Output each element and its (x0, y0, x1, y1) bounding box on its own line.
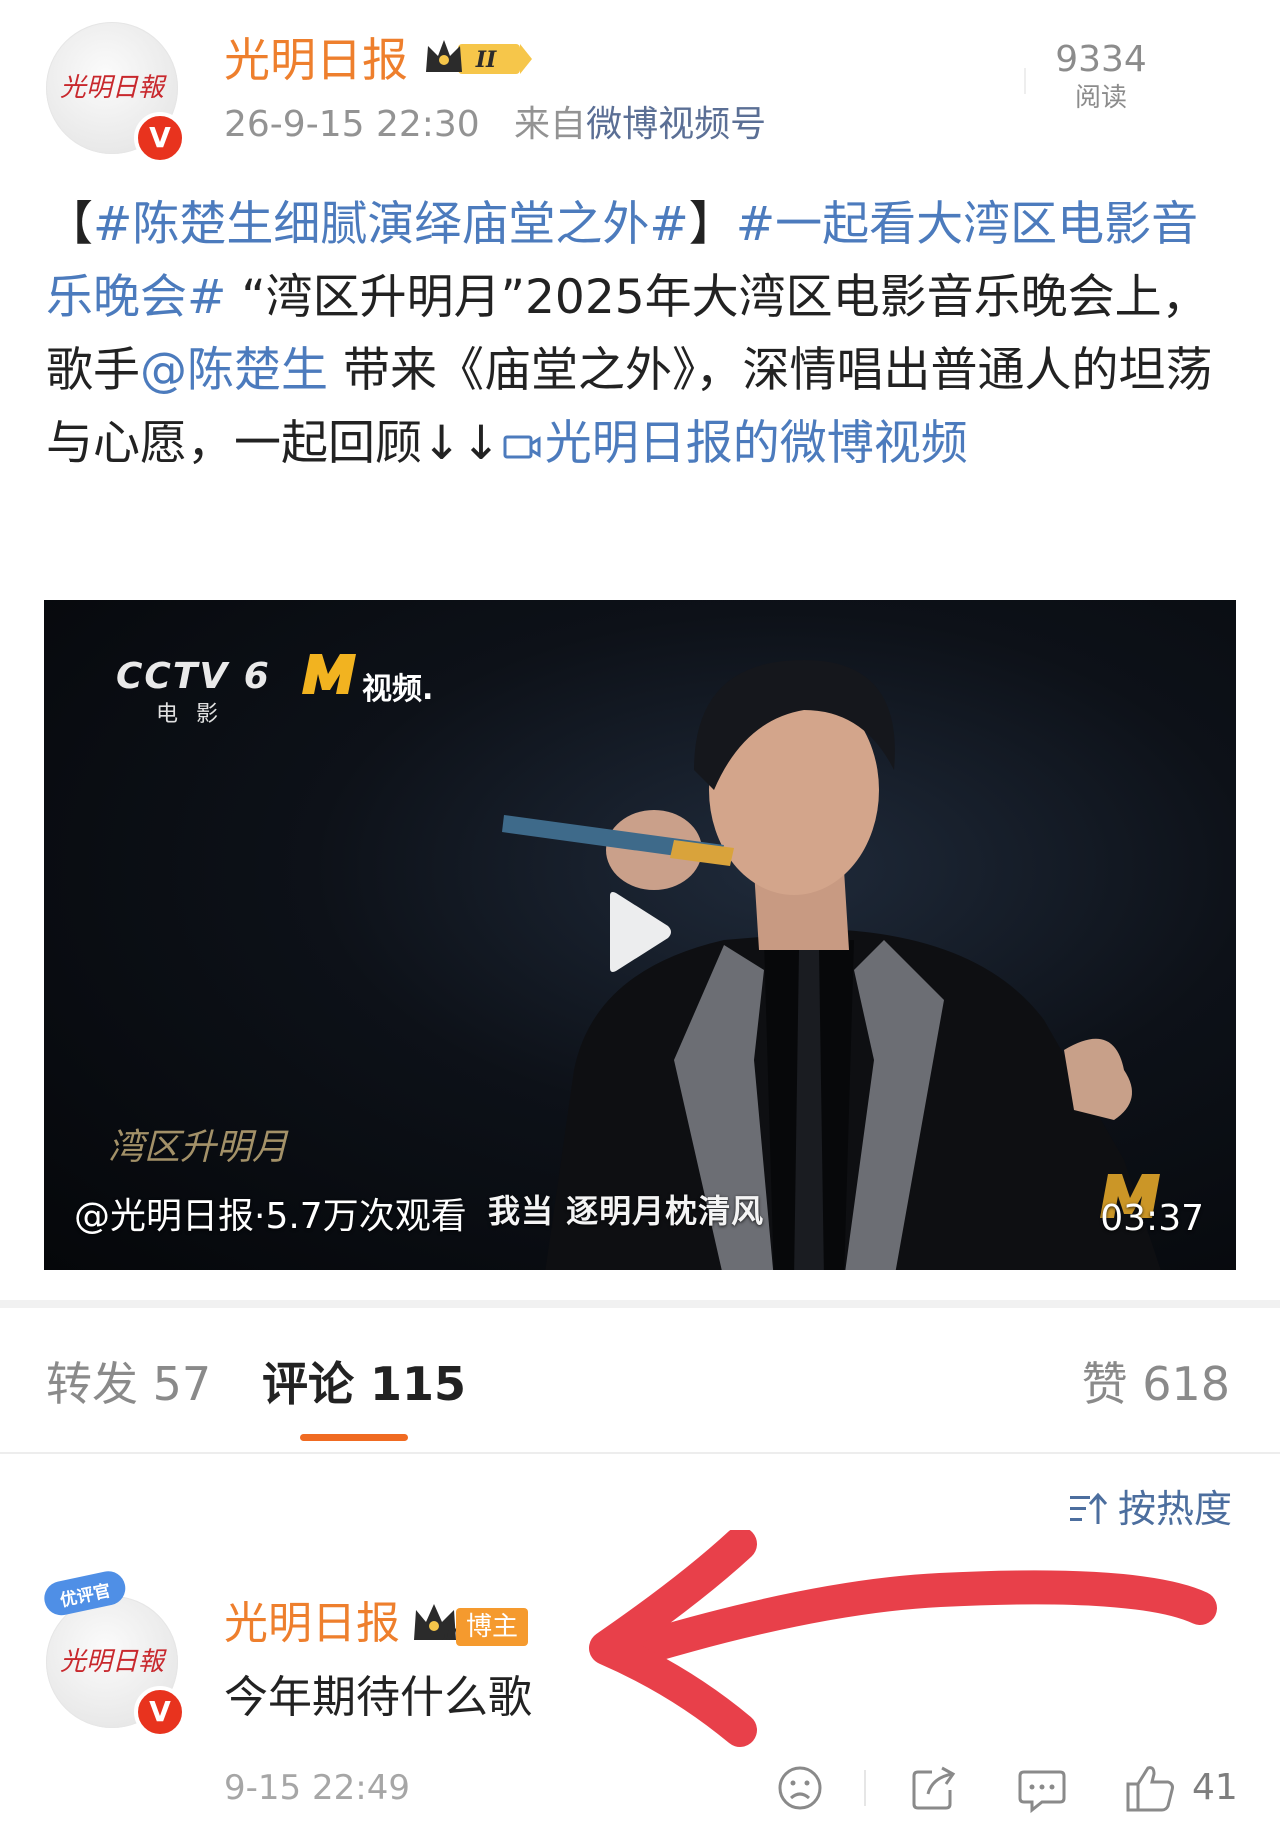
play-icon[interactable] (602, 890, 674, 974)
share-icon[interactable] (910, 1762, 958, 1814)
svg-text:光明日報: 光明日報 (60, 1647, 167, 1677)
action-divider (864, 1770, 866, 1806)
interaction-tabs: 转发 57 评论 115 赞 618 (0, 1308, 1280, 1454)
video-view-count: @光明日报·5.7万次观看 (74, 1196, 467, 1237)
comment-text: 今年期待什么歌 (224, 1672, 532, 1723)
sort-icon (1069, 1492, 1108, 1524)
cctv6-sub-label: 电影 (156, 702, 237, 727)
mention-link[interactable]: @陈楚生 (140, 343, 328, 398)
tab-like[interactable]: 赞 618 (1082, 1356, 1230, 1412)
svg-text:II: II (475, 47, 497, 73)
post-meta: 26-9-15 22:30 来自微博视频号 (224, 102, 766, 148)
comment-like-count: 41 (1192, 1767, 1238, 1808)
m-video-logo-text: 视频. (362, 672, 434, 707)
active-tab-indicator (300, 1434, 408, 1441)
post-source-link[interactable]: 微博视频号 (586, 104, 766, 145)
tab-comment[interactable]: 评论 115 (262, 1356, 466, 1412)
bracket-open: 【 (46, 197, 93, 252)
video-player[interactable]: CCTV 6 电影 视频. 湾区升明月 @光明日报·5.7万次观看 我当 逐明月… (44, 600, 1236, 1270)
source-prefix: 来自 (514, 104, 587, 145)
tab-repost[interactable]: 转发 57 (46, 1356, 211, 1412)
video-link-icon (503, 435, 541, 459)
sort-by-heat-button[interactable]: 按热度 (1068, 1486, 1232, 1532)
read-count: 9334 阅读 (1026, 38, 1176, 114)
red-annotation-arrow (589, 1530, 1217, 1747)
video-duration: 03:37 (1100, 1198, 1204, 1239)
post-timestamp: 26-9-15 22:30 (224, 104, 480, 145)
quality-commenter-badge: 优评官 (44, 1571, 126, 1616)
video-link[interactable]: 光明日报的微博视频 (501, 416, 968, 471)
read-count-number: 9334 (1055, 39, 1147, 80)
stage-logo: 湾区升明月 (108, 1127, 289, 1168)
like-thumb-icon[interactable] (1124, 1762, 1176, 1814)
post-header: 光明日報 V 光明日报 II 26-9-15 22:30 来自微博视频号 933… (0, 0, 1280, 170)
comment-author-name[interactable]: 光明日报 (224, 1596, 400, 1652)
verified-badge: V (134, 112, 186, 164)
sort-label: 按热度 (1117, 1487, 1232, 1531)
hashtag-link[interactable]: #陈楚生细腻演绎庙堂之外# (93, 197, 689, 252)
video-subtitle: 我当 逐明月枕清风 (488, 1192, 765, 1230)
post-text: 【#陈楚生细腻演绎庙堂之外#】#一起看大湾区电影音乐晚会# “湾区升明月”202… (46, 188, 1226, 480)
blogger-badge: 博主 (456, 1608, 529, 1646)
bracket-close: 】 (688, 197, 736, 252)
m-video-logo-icon (302, 654, 356, 694)
comment-time: 9-15 22:49 (224, 1768, 410, 1808)
vip-crown-icon: II (414, 1604, 458, 1644)
vip-crown-icon: II (426, 40, 532, 74)
video-link-label: 光明日报的微博视频 (544, 416, 968, 471)
reply-comment-icon[interactable] (1018, 1762, 1066, 1814)
read-count-label: 阅读 (1074, 83, 1127, 113)
emoji-reaction-icon[interactable] (776, 1762, 824, 1814)
verified-badge: V (134, 1686, 186, 1738)
singer-figure (502, 660, 1161, 1270)
section-divider (0, 1300, 1280, 1308)
author-name[interactable]: 光明日报 (224, 32, 408, 88)
cctv6-logo: CCTV 6 (116, 656, 271, 697)
svg-text:光明日報: 光明日報 (60, 73, 167, 103)
